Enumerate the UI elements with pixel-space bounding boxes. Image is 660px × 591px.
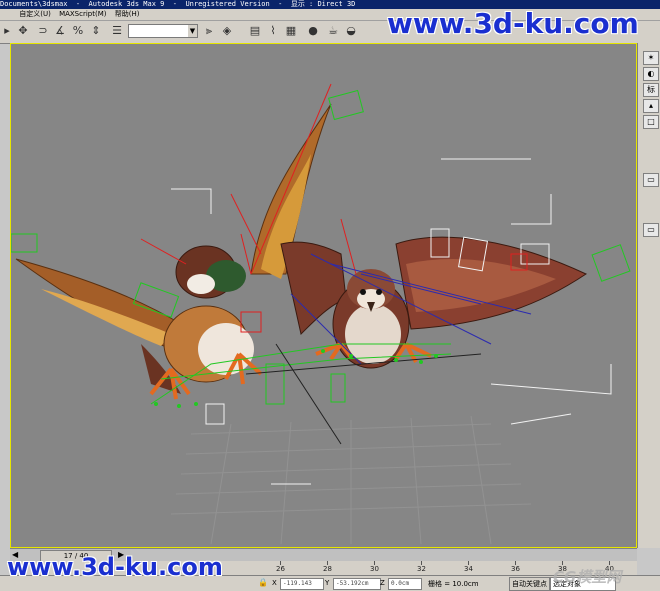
watermark-cg: CG模型网 bbox=[553, 568, 622, 586]
panel-button[interactable]: ▭ bbox=[643, 223, 659, 237]
z-coordinate-label: Z bbox=[380, 579, 385, 587]
quick-render-icon[interactable]: ◒ bbox=[344, 24, 358, 38]
snap-toggle-icon[interactable]: ⊃ bbox=[36, 24, 50, 38]
y-coordinate-field[interactable]: -53.192cm bbox=[333, 578, 381, 590]
x-coordinate-label: X bbox=[272, 579, 277, 587]
home-grid bbox=[170, 415, 532, 545]
angle-snap-icon[interactable]: ∡ bbox=[53, 24, 67, 38]
spinner-snap-icon[interactable]: ⇕ bbox=[89, 24, 103, 38]
material-editor-icon[interactable]: ● bbox=[306, 24, 320, 38]
perspective-viewport[interactable] bbox=[10, 43, 637, 548]
percent-snap-icon[interactable]: % bbox=[71, 24, 85, 38]
select-object-icon[interactable]: ▸ bbox=[0, 24, 14, 38]
tick-label: 32 bbox=[417, 565, 426, 573]
mirror-icon[interactable]: ⫸ bbox=[202, 24, 216, 38]
grid-size-label: 栅格 = 10.0cm bbox=[428, 580, 479, 588]
command-panel: ✶ ◐ 标 ▴ □ ▭ ▭ bbox=[637, 43, 660, 548]
title-status: Unregistered Version bbox=[185, 0, 270, 8]
panel-button[interactable]: □ bbox=[643, 115, 659, 129]
menu-help[interactable]: 帮助(H) bbox=[112, 9, 143, 20]
lock-selection-icon[interactable]: 🔒 bbox=[258, 578, 268, 587]
tick-label: 28 bbox=[323, 565, 332, 573]
menu-maxscript[interactable]: MAXScript(M) bbox=[56, 9, 109, 20]
named-selection-set-dropdown[interactable]: ▼ bbox=[128, 24, 198, 38]
edit-named-selection-icon[interactable]: ☰ bbox=[110, 24, 124, 38]
command-panel-label: 标 bbox=[643, 83, 659, 97]
chevron-down-icon[interactable]: ▼ bbox=[188, 25, 197, 37]
curve-editor-icon[interactable]: ⌇ bbox=[266, 24, 280, 38]
layer-manager-icon[interactable]: ▤ bbox=[248, 24, 262, 38]
z-coordinate-field[interactable]: 0.0cm bbox=[388, 578, 422, 590]
create-tab-icon[interactable]: ✶ bbox=[643, 51, 659, 65]
align-icon[interactable]: ◈ bbox=[220, 24, 234, 38]
watermark-top: www.3d-ku.com bbox=[387, 7, 639, 40]
tick-label: 34 bbox=[464, 565, 473, 573]
tick-label: 30 bbox=[370, 565, 379, 573]
watermark-bottom: www.3d-ku.com bbox=[7, 553, 223, 581]
title-display-driver: 显示 : Direct 3D bbox=[290, 0, 356, 8]
y-coordinate-label: Y bbox=[325, 579, 330, 587]
title-app: Autodesk 3ds Max 9 bbox=[88, 0, 165, 8]
scene-render bbox=[11, 83, 631, 545]
render-scene-icon[interactable]: ☕ bbox=[326, 24, 340, 38]
title-path: Documents\3dsmax bbox=[0, 0, 68, 8]
scroll-up-icon[interactable]: ▴ bbox=[643, 99, 659, 113]
modify-tab-icon[interactable]: ◐ bbox=[643, 67, 659, 81]
panel-button[interactable]: ▭ bbox=[643, 173, 659, 187]
tick-label: 36 bbox=[511, 565, 520, 573]
select-move-icon[interactable]: ✥ bbox=[16, 24, 30, 38]
x-coordinate-field[interactable]: -119.143 bbox=[280, 578, 324, 590]
auto-key-button[interactable]: 自动关键点 bbox=[509, 577, 550, 591]
tick-label: 26 bbox=[276, 565, 285, 573]
schematic-view-icon[interactable]: ▦ bbox=[284, 24, 298, 38]
menu-customize[interactable]: 自定义(U) bbox=[16, 9, 54, 20]
